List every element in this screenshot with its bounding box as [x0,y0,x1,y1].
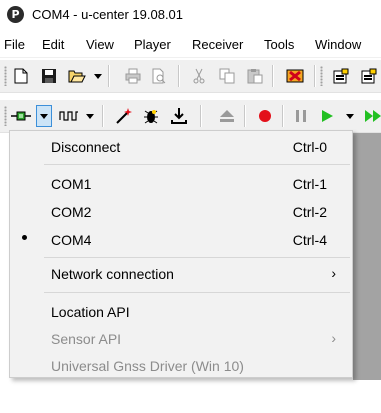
save-icon[interactable] [38,65,60,87]
selected-bullet-icon [22,235,27,240]
menu-item-shortcut: Ctrl-1 [292,176,327,192]
toolbar-separator [108,65,110,87]
print-preview-icon[interactable] [148,65,170,87]
menu-separator [44,164,350,165]
standard-toolbar [0,60,381,93]
menu-item-network-connection[interactable]: Network connection › [10,262,352,286]
print-icon[interactable] [122,65,144,87]
menu-separator [44,292,350,293]
baudrate-icon[interactable] [56,105,82,127]
open-recent-dropdown[interactable] [92,65,104,87]
menu-item-universal-gnss-driver: Universal Gnss Driver (Win 10) [10,354,352,378]
submenu-arrow-icon: › [331,265,336,281]
app-logo-icon: P [7,6,24,23]
connection-icon[interactable] [8,105,34,127]
toolbar-separator [272,65,274,87]
toolbar-separator [282,105,284,127]
menu-window[interactable]: Window [315,37,361,52]
menu-item-label: COM1 [51,176,92,192]
menu-tools[interactable]: Tools [264,37,294,52]
toolbar-separator [178,65,180,87]
autobauding-icon[interactable] [112,105,134,127]
workspace-area [0,380,381,413]
menu-file[interactable]: File [4,37,25,52]
delete-icon[interactable] [284,65,306,87]
record-icon[interactable] [254,105,276,127]
toolbar-grip[interactable] [4,106,7,126]
menu-item-label: Network connection [51,266,174,282]
menu-item-sensor-api: Sensor API › [10,327,352,351]
open-folder-icon[interactable] [66,65,88,87]
menu-view[interactable]: View [86,37,114,52]
baudrate-dropdown[interactable] [84,105,96,127]
menu-item-shortcut: Ctrl-2 [292,204,327,220]
menu-item-com2[interactable]: COM2 Ctrl-2 [10,200,352,224]
app-window: P COM4 - u-center 19.08.01 File Edit Vie… [0,0,381,413]
eject-icon[interactable] [216,105,238,127]
menu-item-label: Universal Gnss Driver (Win 10) [51,358,244,374]
menu-player[interactable]: Player [134,37,171,52]
logfile-icon[interactable] [168,105,190,127]
communication-toolbar [0,100,381,133]
menu-item-label: COM2 [51,204,92,220]
title-bar: P COM4 - u-center 19.08.01 [0,0,381,32]
toolbar-separator [200,105,202,127]
submenu-arrow-icon: › [331,330,336,346]
connection-dropdown[interactable] [36,105,52,127]
docking-window-2-icon[interactable] [358,65,380,87]
cut-icon[interactable] [188,65,210,87]
play-icon[interactable] [316,105,338,127]
new-file-icon[interactable] [10,65,32,87]
menu-edit[interactable]: Edit [42,37,64,52]
menu-item-com4[interactable]: COM4 Ctrl-4 [10,228,352,252]
connection-menu: Disconnect Ctrl-0 COM1 Ctrl-1 COM2 Ctrl-… [9,130,353,378]
toolbar-separator [314,65,316,87]
menu-item-label: Disconnect [51,139,121,155]
menu-item-com1[interactable]: COM1 Ctrl-1 [10,172,352,196]
docking-window-icon[interactable] [330,65,352,87]
workspace-background [353,133,381,380]
play-dropdown[interactable] [344,105,356,127]
menu-receiver[interactable]: Receiver [192,37,243,52]
menu-item-shortcut: Ctrl-0 [292,139,327,155]
menu-item-location-api[interactable]: Location API [10,300,352,324]
window-title: COM4 - u-center 19.08.01 [32,7,184,22]
toolbar-grip[interactable] [4,66,7,86]
debug-icon[interactable] [140,105,162,127]
copy-icon[interactable] [216,65,238,87]
pause-icon[interactable] [290,105,312,127]
menu-item-label: COM4 [51,232,92,248]
fast-forward-icon[interactable] [362,105,381,127]
toolbar-separator [102,105,104,127]
menu-bar: File Edit View Player Receiver Tools Win… [0,33,381,58]
menu-item-label: Sensor API [51,331,122,347]
toolbar-grip[interactable] [320,66,323,86]
menu-separator [44,257,350,258]
toolbar-separator [244,105,246,127]
paste-icon[interactable] [244,65,266,87]
menu-item-label: Location API [51,304,130,320]
menu-item-shortcut: Ctrl-4 [292,232,327,248]
menu-item-disconnect[interactable]: Disconnect Ctrl-0 [10,135,352,159]
